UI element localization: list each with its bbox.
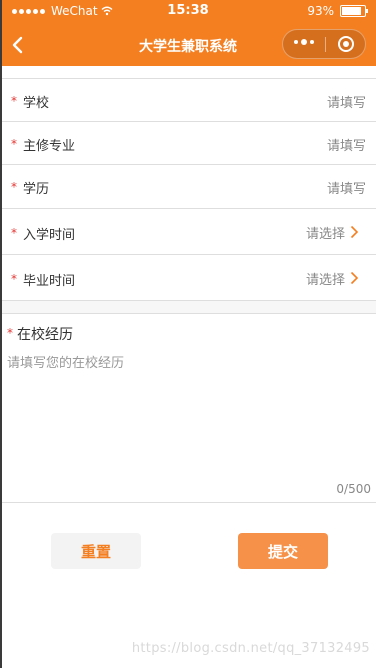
- graduation-date-picker[interactable]: 请选择: [306, 269, 345, 288]
- character-counter: 0/500: [336, 482, 371, 496]
- watermark-text: https://blog.csdn.net/qq_37132495: [131, 641, 370, 656]
- school-input[interactable]: 请填写: [327, 92, 366, 111]
- battery-percent: 93%: [307, 4, 334, 18]
- major-input[interactable]: 请填写: [327, 135, 366, 154]
- required-mark: *: [11, 226, 17, 240]
- form-row-education[interactable]: * 学历 请填写: [0, 165, 376, 209]
- mini-program-capsule: [282, 29, 366, 59]
- submit-button[interactable]: 提交: [238, 533, 328, 569]
- reset-button[interactable]: 重置: [51, 533, 141, 569]
- form-top-spacer: [0, 66, 376, 79]
- chevron-right-icon: [350, 271, 359, 285]
- required-mark: *: [11, 180, 17, 194]
- required-mark: *: [11, 94, 17, 108]
- section-divider: [0, 301, 376, 314]
- field-label: 入学时间: [23, 228, 76, 243]
- required-mark: *: [7, 326, 13, 340]
- field-label: 毕业时间: [23, 274, 76, 289]
- more-menu-icon[interactable]: [294, 39, 314, 45]
- form-row-enrollment-date[interactable]: * 入学时间 请选择: [0, 209, 376, 255]
- required-mark: *: [11, 137, 17, 151]
- experience-section: * 在校经历 0/500: [0, 314, 376, 503]
- status-bar: WeChat 15:38 93%: [0, 0, 376, 24]
- experience-textarea[interactable]: [7, 352, 367, 472]
- capsule-divider: [325, 37, 326, 52]
- form-row-major[interactable]: * 主修专业 请填写: [0, 122, 376, 165]
- close-capsule-icon[interactable]: [338, 36, 354, 52]
- field-label: 学历: [23, 182, 50, 197]
- field-label: 主修专业: [23, 139, 76, 154]
- battery-area: 93%: [307, 4, 368, 18]
- chevron-right-icon: [350, 225, 359, 239]
- required-mark: *: [11, 272, 17, 286]
- form-row-school[interactable]: * 学校 请填写: [0, 79, 376, 122]
- form-row-graduation-date[interactable]: * 毕业时间 请选择: [0, 255, 376, 301]
- window-left-edge: [0, 0, 2, 668]
- battery-icon: [340, 5, 368, 17]
- enrollment-date-picker[interactable]: 请选择: [306, 223, 345, 242]
- experience-label: 在校经历: [17, 327, 73, 343]
- education-input[interactable]: 请填写: [327, 178, 366, 197]
- field-label: 学校: [23, 96, 50, 111]
- navigation-bar: 大学生兼职系统: [0, 24, 376, 66]
